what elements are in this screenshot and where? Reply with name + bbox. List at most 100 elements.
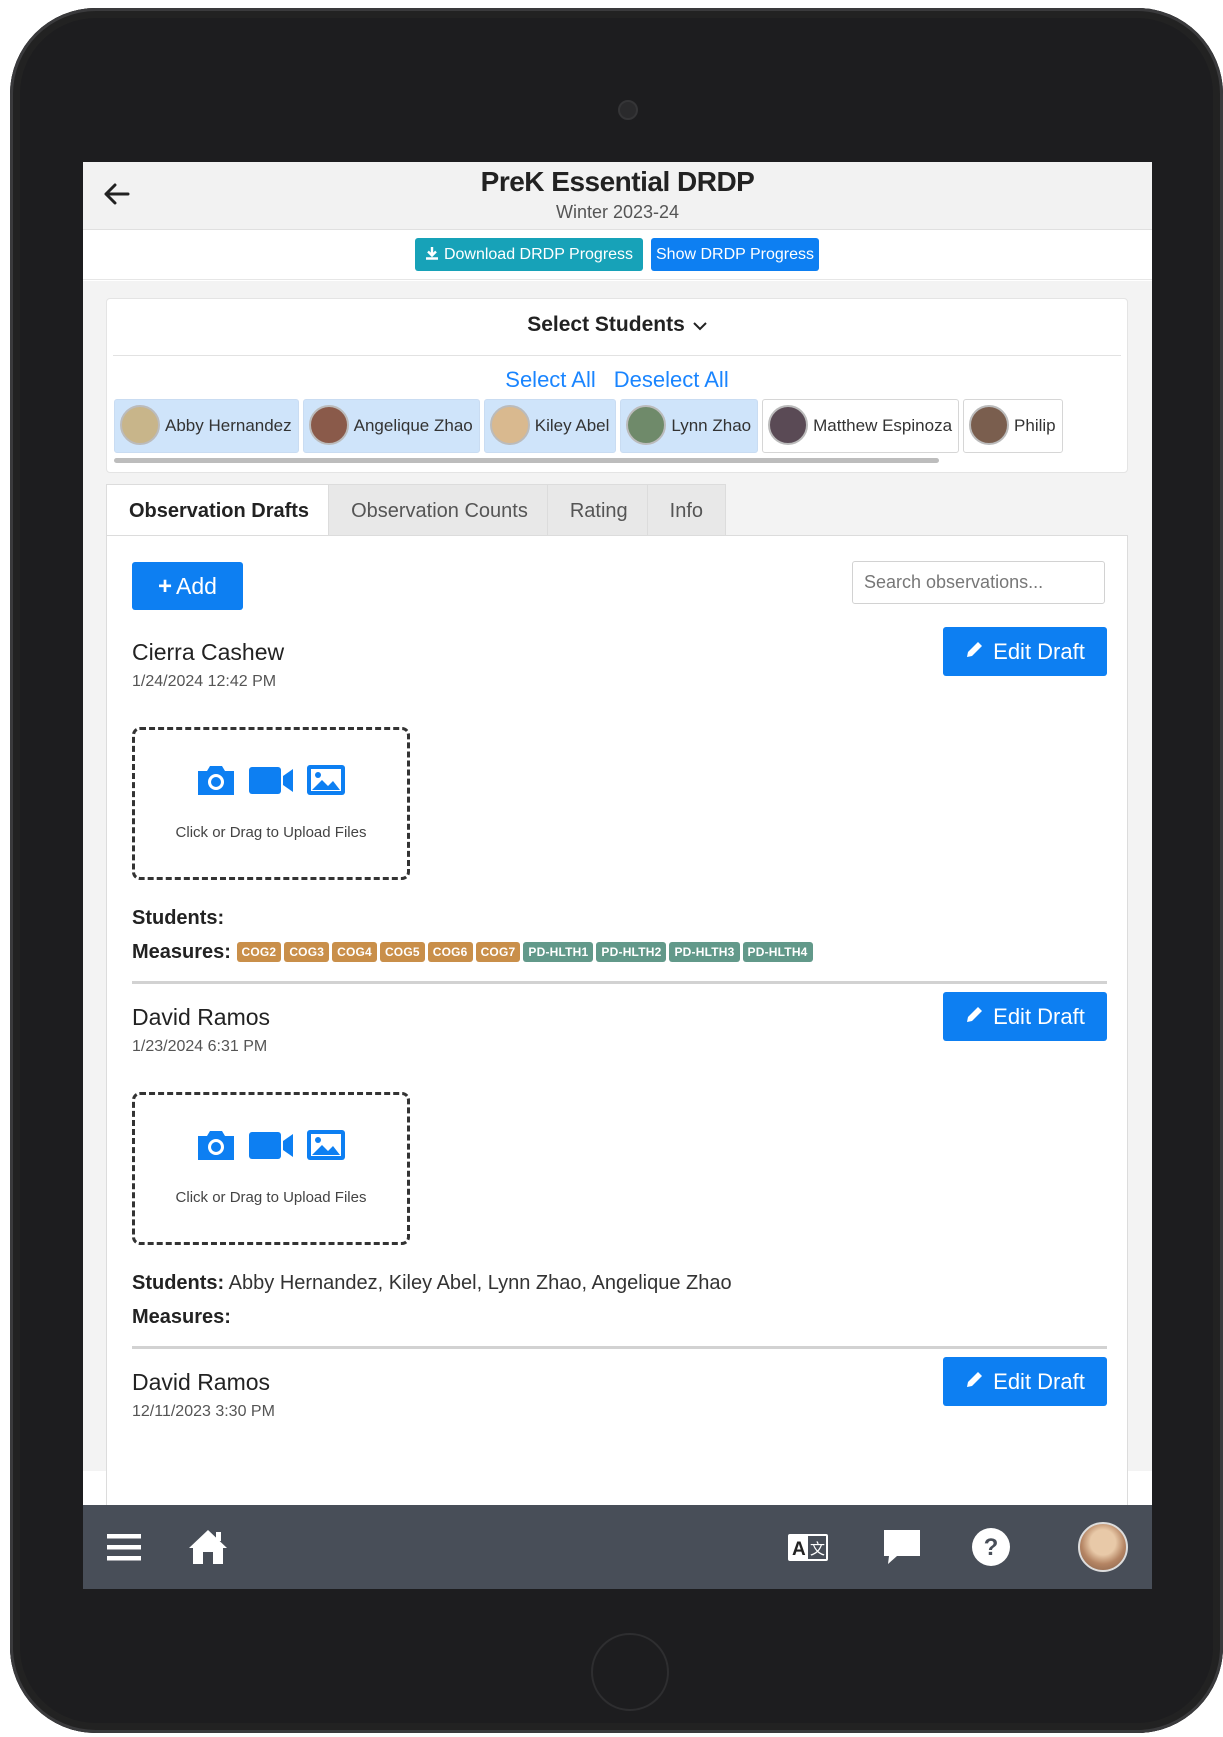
add-button[interactable]: + Add <box>132 562 243 610</box>
video-icon <box>249 767 293 794</box>
edit-draft-label: Edit Draft <box>993 1004 1085 1029</box>
observation-drafts-panel: +Add Cierra Cashew 1/24/2024 12:42 PM Edit… <box>106 535 1128 1589</box>
image-icon <box>307 765 345 795</box>
student-chip[interactable]: Kiley Abel <box>483 399 617 453</box>
select-students-title: Select Students <box>527 313 685 336</box>
measure-badge: COG2 <box>236 942 282 962</box>
tab-bar: Observation Drafts Observation Counts Rati… <box>106 484 726 536</box>
select-links: Select All Deselect All <box>107 367 1127 393</box>
divider <box>113 355 1121 356</box>
upload-hint: Click or Drag to Upload Files <box>175 1189 367 1206</box>
chevron-down-icon <box>693 318 707 336</box>
observation-students: Students: Abby Hernandez, Kiley Abel, Ly… <box>132 1272 732 1295</box>
students-value: Abby Hernandez, Kiley Abel, Lynn Zhao, A… <box>228 1272 732 1294</box>
select-all-link[interactable]: Select All <box>505 367 596 392</box>
tab-info[interactable]: Info <box>646 484 726 536</box>
download-progress-button[interactable]: Download DRDP Progress <box>415 238 643 271</box>
student-chip-label: Kiley Abel <box>534 416 610 435</box>
download-icon <box>425 247 438 260</box>
upload-icons <box>135 1127 407 1167</box>
students-label: Students: <box>132 1272 225 1294</box>
measure-badge: PD-HLTH4 <box>742 942 813 962</box>
deselect-all-link[interactable]: Deselect All <box>614 367 729 392</box>
measure-badge: PD-HLTH2 <box>596 942 667 962</box>
observation-author: Cierra Cashew <box>132 639 285 665</box>
video-icon <box>249 1132 293 1159</box>
measure-badge: PD-HLTH3 <box>669 942 740 962</box>
file-upload-dropzone[interactable]: Click or Drag to Upload Files <box>132 727 410 880</box>
observation-author: David Ramos <box>132 1369 271 1395</box>
observation-date: 1/24/2024 12:42 PM <box>132 673 277 690</box>
app-screen: PreK Essential DRDP Winter 2023-24 Downl… <box>83 162 1152 1589</box>
measures-label: Measures: <box>132 1306 231 1328</box>
translate-icon[interactable]: A文 <box>785 1524 831 1570</box>
pencil-icon <box>965 627 985 676</box>
image-icon <box>307 1130 345 1160</box>
pencil-icon <box>965 992 985 1041</box>
measure-badge: PD-HLTH1 <box>523 942 594 962</box>
student-chip[interactable]: Philip <box>963 399 1063 453</box>
student-chip-label: Angelique Zhao <box>353 416 473 435</box>
page-title: PreK Essential DRDP <box>480 166 755 197</box>
student-chip-label: Lynn Zhao <box>671 416 752 435</box>
observation-students: Students: <box>132 907 224 930</box>
student-chip-row: Abby Hernandez Angelique Zhao Kiley Abel Ly… <box>114 399 1067 453</box>
observation-date: 12/11/2023 3:30 PM <box>132 1403 275 1420</box>
measures-label: Measures: <box>132 941 231 963</box>
student-chip[interactable]: Angelique Zhao <box>302 399 480 453</box>
svg-text:?: ? <box>984 1534 999 1561</box>
student-avatar <box>120 405 160 446</box>
show-progress-button[interactable]: Show DRDP Progress <box>651 238 819 271</box>
svg-text:文: 文 <box>810 1540 825 1558</box>
svg-text:A: A <box>792 1539 806 1560</box>
measure-badge: COG4 <box>332 942 377 962</box>
edit-draft-button[interactable]: Edit Draft <box>943 992 1107 1041</box>
help-icon[interactable]: ? <box>968 1524 1014 1570</box>
student-chip[interactable]: Lynn Zhao <box>620 399 759 453</box>
edit-draft-label: Edit Draft <box>993 639 1085 664</box>
file-upload-dropzone[interactable]: Click or Drag to Upload Files <box>132 1092 410 1245</box>
observation-date: 1/23/2024 6:31 PM <box>132 1038 268 1055</box>
search-input[interactable] <box>852 561 1105 604</box>
edit-draft-button[interactable]: Edit Draft <box>943 627 1107 676</box>
measure-badge: COG5 <box>379 942 425 962</box>
user-avatar[interactable] <box>1078 1522 1128 1572</box>
add-button-label: Add <box>176 573 217 599</box>
observation-measures: Measures: <box>132 1306 231 1329</box>
app-header: PreK Essential DRDP Winter 2023-24 <box>83 162 1152 230</box>
student-selector-card: Select Students Select All Deselect All A… <box>106 298 1128 473</box>
student-avatar <box>626 405 667 446</box>
student-avatar <box>308 405 349 446</box>
student-chip[interactable]: Matthew Espinoza <box>762 399 960 453</box>
download-progress-label: Download DRDP Progress <box>443 246 634 263</box>
bottom-nav: A文 ? <box>83 1505 1152 1589</box>
home-icon[interactable] <box>185 1524 231 1570</box>
camera-icon <box>618 100 638 120</box>
divider <box>132 981 1107 984</box>
upload-icons <box>135 762 407 802</box>
tab-rating[interactable]: Rating <box>546 484 651 536</box>
measure-badge: COG6 <box>427 942 473 962</box>
menu-icon[interactable] <box>101 1524 147 1570</box>
student-chip-label: Matthew Espinoza <box>813 416 953 435</box>
home-button[interactable] <box>591 1633 669 1711</box>
tab-observation-drafts[interactable]: Observation Drafts <box>106 484 333 536</box>
student-avatar <box>969 405 1010 446</box>
camera-icon <box>198 766 234 795</box>
tab-observation-counts[interactable]: Observation Counts <box>328 484 551 536</box>
plus-icon: + <box>158 573 173 600</box>
student-avatar <box>768 405 809 446</box>
students-label: Students: <box>132 907 225 929</box>
upload-hint: Click or Drag to Upload Files <box>175 824 367 841</box>
select-students-toggle[interactable]: Select Students <box>107 313 1127 337</box>
page-subtitle: Winter 2023-24 <box>555 202 680 222</box>
student-chip[interactable]: Abby Hernandez <box>114 399 299 453</box>
student-chip-label: Philip <box>1014 416 1056 435</box>
student-avatar <box>489 405 530 446</box>
chat-icon[interactable] <box>879 1524 925 1570</box>
chip-scrollbar[interactable] <box>114 458 939 463</box>
edit-draft-label: Edit Draft <box>993 1369 1085 1394</box>
edit-draft-button[interactable]: Edit Draft <box>943 1357 1107 1406</box>
pencil-icon <box>965 1357 985 1406</box>
measure-badge: COG7 <box>475 942 521 962</box>
